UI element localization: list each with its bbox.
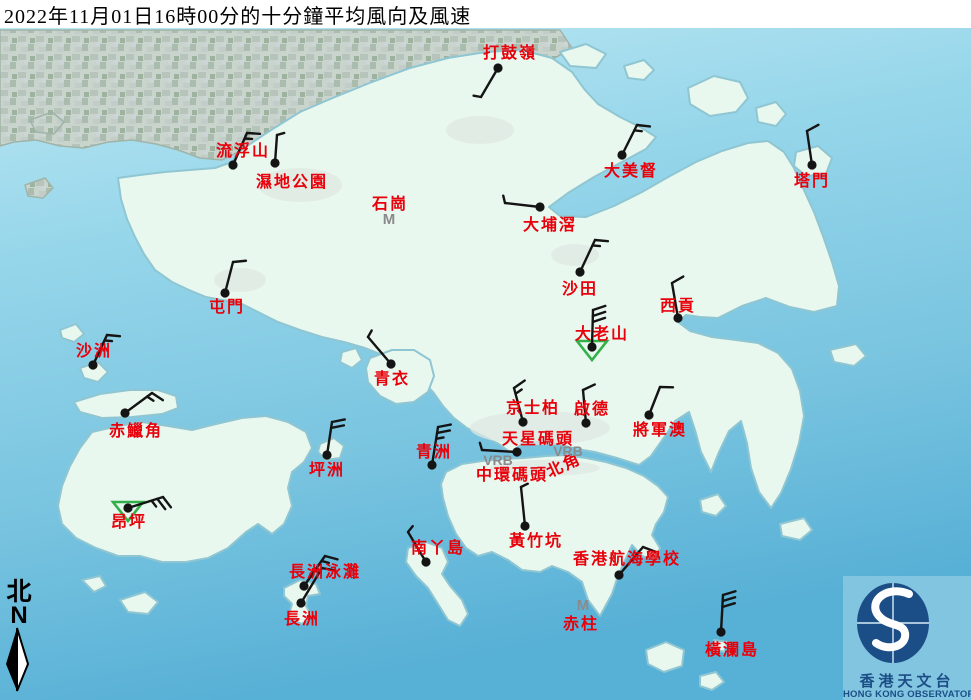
station-dot — [644, 410, 653, 419]
wind-barb-full — [233, 261, 246, 262]
station-label: 赤柱 — [563, 614, 599, 633]
hko-logo: 香港天文台 HONG KONG OBSERVATORY — [843, 576, 971, 700]
station-label: 濕地公園 — [256, 172, 328, 191]
station-label: 打鼓嶺 — [483, 43, 537, 62]
hko-logo-name-zh: 香港天文台 — [843, 673, 971, 689]
station-dot — [421, 557, 430, 566]
station-dot — [807, 160, 816, 169]
hko-logo-icon — [843, 576, 971, 670]
station-label: 香港航海學校 — [572, 549, 681, 568]
wind-barb-half — [503, 196, 505, 203]
station-label: 西貢 — [660, 296, 696, 315]
north-compass: 北 N — [2, 579, 36, 698]
station-label: 昂坪 — [111, 512, 147, 531]
station-label: 啟德 — [574, 399, 610, 418]
station-label: 沙田 — [562, 279, 598, 298]
station-dot — [386, 359, 395, 368]
station-dot — [575, 267, 584, 276]
compass-north-en: N — [2, 605, 36, 627]
wind-barb-full — [595, 240, 608, 241]
station-dot — [512, 447, 521, 456]
station-dot — [228, 160, 237, 169]
station-label: 大老山 — [575, 324, 629, 343]
station-label: 青洲 — [416, 442, 452, 461]
station-label: 坪洲 — [309, 460, 345, 479]
station-label: 南丫島 — [411, 538, 465, 557]
station-dot — [520, 521, 529, 530]
no-data-marker: M — [577, 597, 590, 614]
station-label: 赤鱲角 — [109, 421, 163, 440]
hong-kong-map: 打鼓嶺流浮山濕地公園 大美督塔門大埔滘沙田西貢大老山沙洲 屯門青衣赤鱲角昂坪 坪洲 青洲… — [0, 0, 971, 700]
station-label: 橫瀾島 — [705, 640, 759, 659]
station-dot — [120, 408, 129, 417]
station-dot — [427, 460, 436, 469]
station-dot — [518, 417, 527, 426]
wind-barb-full — [637, 125, 650, 126]
station-dot — [322, 450, 331, 459]
station-label: 流浮山 — [216, 141, 270, 160]
wind-barb-half — [474, 96, 481, 97]
station-label: 屯門 — [209, 297, 245, 316]
variable-wind-marker: VRB — [483, 452, 513, 468]
station-label: 長洲泳灘 — [289, 562, 361, 581]
station-label: 沙洲 — [76, 341, 112, 360]
wind-barb-full — [107, 335, 120, 336]
station-dot — [88, 360, 97, 369]
station-label: 京士柏 — [506, 398, 560, 417]
wind-barb-half — [592, 245, 599, 246]
title-bar: 2022年11月01日16時00分的十分鐘平均風向及風速 — [0, 0, 971, 28]
wind-barb-full — [247, 133, 260, 134]
hko-logo-name-en: HONG KONG OBSERVATORY — [843, 689, 971, 700]
station-label: 大埔滘 — [523, 215, 577, 234]
hko-wind-map-page: 2022年11月01日16時00分的十分鐘平均風向及風速 — [0, 0, 971, 700]
station-label: 青衣 — [374, 369, 410, 388]
station-dot — [617, 150, 626, 159]
station-label: 長洲 — [284, 609, 320, 628]
station-label: 塔門 — [794, 171, 830, 190]
compass-needle-icon — [2, 627, 36, 693]
wind-barb-half — [436, 437, 443, 438]
no-data-marker: M — [383, 211, 396, 228]
station-dot — [270, 158, 279, 167]
station-dot — [535, 202, 544, 211]
station-dot — [587, 342, 596, 351]
station-label: 將軍澳 — [633, 420, 687, 439]
station-label: 大美督 — [604, 161, 658, 180]
station-dot — [296, 598, 305, 607]
station-dot — [299, 581, 308, 590]
station-dot — [614, 570, 623, 579]
page-title: 2022年11月01日16時00分的十分鐘平均風向及風速 — [0, 0, 471, 29]
station-dot — [493, 63, 502, 72]
station-label: 黃竹坑 — [508, 531, 563, 550]
wind-barb-half — [634, 130, 641, 131]
station-dot — [716, 627, 725, 636]
station-dot — [581, 418, 590, 427]
variable-wind-marker: VRB — [553, 443, 583, 459]
